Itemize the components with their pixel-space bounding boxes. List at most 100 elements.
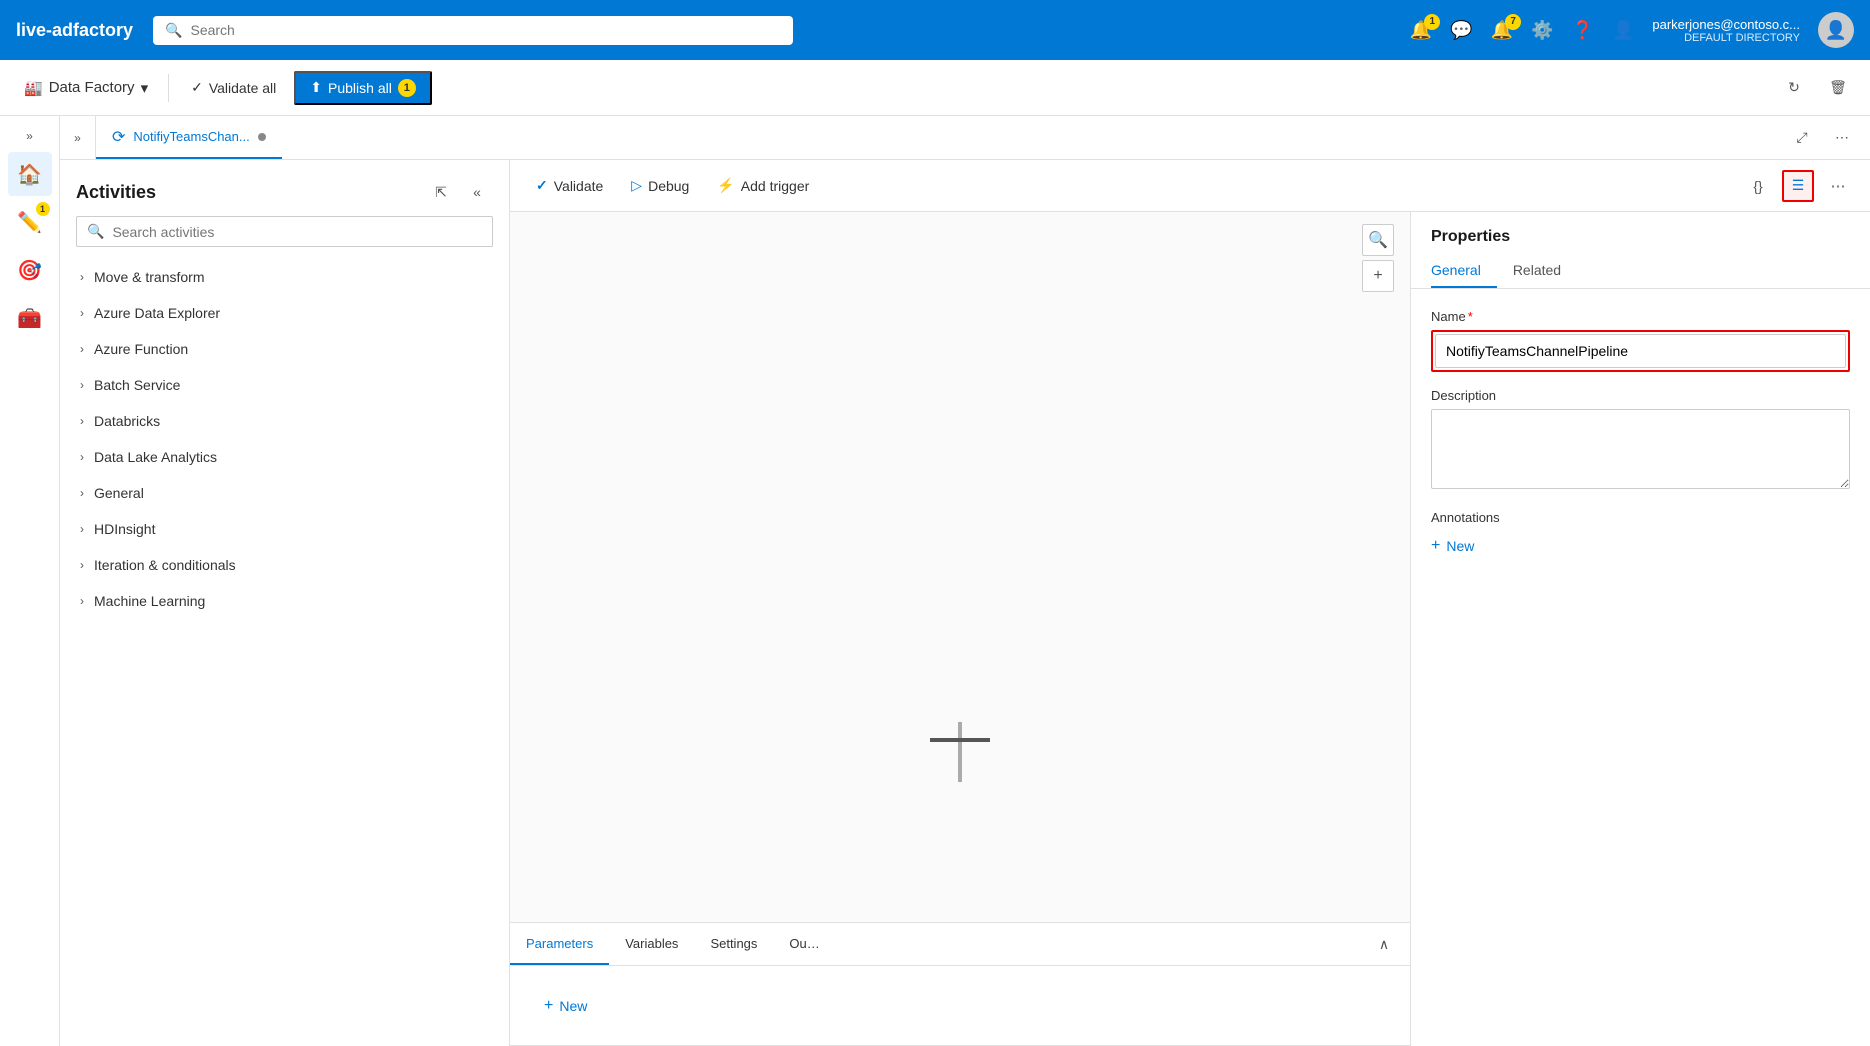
tab-output-label: Ou… [789, 936, 819, 951]
data-factory-button[interactable]: 🏭 Data Factory ▾ [16, 73, 156, 103]
activity-label: General [94, 485, 144, 501]
edit-badge: 1 [36, 202, 50, 216]
chevron-right-icon: › [80, 522, 84, 536]
sidebar-item-edit[interactable]: ✏️ 1 [8, 200, 52, 244]
properties-panel: Properties General Related [1410, 212, 1870, 1046]
debug-button[interactable]: ▷ Debug [621, 171, 699, 200]
publish-all-button[interactable]: ⬆ Publish all 1 [294, 71, 432, 105]
more-options-icon[interactable]: ⋯ [1826, 122, 1858, 154]
activity-item-batch-service[interactable]: › Batch Service [60, 367, 509, 403]
zoom-search-icon[interactable]: 🔍 [1362, 224, 1394, 256]
tab-parameters[interactable]: Parameters [510, 923, 609, 965]
sidebar-item-manage[interactable]: 🧰 [8, 296, 52, 340]
activity-item-machine-learning[interactable]: › Machine Learning [60, 583, 509, 619]
search-icon: 🔍 [87, 223, 104, 240]
delete-icon[interactable]: 🗑 [1822, 72, 1854, 104]
canvas-divider-h [930, 738, 990, 742]
canvas-connector-line [958, 722, 962, 782]
lightning-icon: ⚡ [717, 177, 734, 194]
code-icon[interactable]: {} [1742, 170, 1774, 202]
activities-search-input[interactable] [112, 224, 482, 240]
tab-variables[interactable]: Variables [609, 923, 694, 965]
properties-tabs: General Related [1411, 254, 1870, 289]
activity-item-data-lake-analytics[interactable]: › Data Lake Analytics [60, 439, 509, 475]
activity-label: Data Lake Analytics [94, 449, 217, 465]
chevron-right-icon: › [80, 414, 84, 428]
design-layout: Activities ⇱ « 🔍 › Move & transform › [60, 160, 1870, 1046]
sidebar-item-monitor[interactable]: 🎯 [8, 248, 52, 292]
activity-item-azure-data-explorer[interactable]: › Azure Data Explorer [60, 295, 509, 331]
parameters-new-button[interactable]: + New [534, 991, 597, 1021]
settings-icon[interactable]: ⚙️ [1531, 20, 1553, 41]
debug-label: Debug [648, 178, 689, 194]
publish-badge: 1 [398, 79, 416, 97]
add-trigger-button[interactable]: ⚡ Add trigger [707, 171, 819, 200]
more-pipeline-icon[interactable]: ⋯ [1822, 170, 1854, 202]
canvas-zoom-controls: 🔍 + [1362, 224, 1394, 292]
validate-all-button[interactable]: ✓ Validate all [181, 73, 286, 102]
notifications-icon[interactable]: 🔔 1 [1410, 20, 1432, 41]
help-icon[interactable]: ❓ [1572, 20, 1594, 41]
factory-label: Data Factory [49, 79, 135, 96]
zoom-plus-icon[interactable]: + [1362, 260, 1394, 292]
chevron-right-icon: › [80, 450, 84, 464]
pipeline-name-input[interactable] [1435, 334, 1846, 368]
top-bar-icons: 🔔 1 💬 🔔 7 ⚙️ ❓ 👤 parkerjones@contoso.c..… [1410, 12, 1854, 48]
factory-icon: 🏭 [24, 79, 43, 97]
collapse-icon[interactable]: « [461, 176, 493, 208]
activity-item-iteration-conditionals[interactable]: › Iteration & conditionals [60, 547, 509, 583]
parameters-new-label: New [559, 998, 587, 1014]
alerts-icon[interactable]: 🔔 7 [1491, 20, 1513, 41]
prop-tab-related[interactable]: Related [1513, 254, 1577, 288]
activity-item-move-transform[interactable]: › Move & transform [60, 259, 509, 295]
annotations-new-button[interactable]: + New [1431, 531, 1850, 561]
bottom-tab-right: ∧ [1370, 923, 1410, 965]
pipeline-tab[interactable]: ⟳ NotifiyTeamsChan... [96, 116, 282, 159]
sidebar-expand-button[interactable]: » [14, 124, 46, 148]
pipeline-tab-icon: ⟳ [112, 127, 125, 147]
tab-bar-right: ⤢ ⋯ [1786, 116, 1870, 159]
description-textarea[interactable] [1431, 409, 1850, 489]
canvas-content[interactable]: 🔍 + [510, 212, 1410, 922]
search-input[interactable] [190, 22, 781, 38]
activities-search-box[interactable]: 🔍 [76, 216, 493, 247]
expand-canvas-icon[interactable]: ⤢ [1786, 122, 1818, 154]
prop-tab-general-label: General [1431, 262, 1481, 278]
pipeline-tab-label: NotifiyTeamsChan... [133, 129, 249, 144]
tab-expand-button[interactable]: » [60, 116, 96, 159]
top-bar: live-adfactory 🔍 🔔 1 💬 🔔 7 ⚙️ ❓ 👤 parker… [0, 0, 1870, 60]
activities-header-icons: ⇱ « [425, 176, 493, 208]
sidebar-item-home[interactable]: 🏠 [8, 152, 52, 196]
chat-icon[interactable]: 💬 [1450, 20, 1472, 41]
search-box[interactable]: 🔍 [153, 16, 793, 45]
activity-item-databricks[interactable]: › Databricks [60, 403, 509, 439]
chevron-up-icon[interactable]: ∧ [1370, 930, 1398, 958]
prop-tab-general[interactable]: General [1431, 254, 1497, 288]
collapse-all-icon[interactable]: ⇱ [425, 176, 457, 208]
properties-toggle-icon[interactable]: ☰ [1782, 170, 1814, 202]
activity-label: HDInsight [94, 521, 155, 537]
avatar[interactable]: 👤 [1818, 12, 1854, 48]
activity-label: Databricks [94, 413, 160, 429]
user-directory: DEFAULT DIRECTORY [1652, 32, 1800, 44]
tab-bar: » ⟳ NotifiyTeamsChan... ⤢ ⋯ [60, 116, 1870, 160]
feedback-icon[interactable]: 👤 [1612, 20, 1634, 41]
activity-item-azure-function[interactable]: › Azure Function [60, 331, 509, 367]
user-email: parkerjones@contoso.c... [1652, 17, 1800, 32]
toolbar-divider [168, 74, 169, 102]
tab-parameters-label: Parameters [526, 936, 593, 951]
chevron-right-icon: › [80, 558, 84, 572]
activity-item-general[interactable]: › General [60, 475, 509, 511]
content-area: » ⟳ NotifiyTeamsChan... ⤢ ⋯ Activities ⇱… [60, 116, 1870, 1046]
refresh-icon[interactable]: ↻ [1778, 72, 1810, 104]
tab-output[interactable]: Ou… [773, 923, 835, 965]
tab-settings[interactable]: Settings [694, 923, 773, 965]
activity-item-hdinsight[interactable]: › HDInsight [60, 511, 509, 547]
second-toolbar: 🏭 Data Factory ▾ ✓ Validate all ⬆ Publis… [0, 60, 1870, 116]
activity-label: Azure Data Explorer [94, 305, 220, 321]
validate-button[interactable]: ✓ Validate [526, 171, 613, 200]
bottom-tabs: Parameters Variables Settings Ou… [510, 922, 1410, 966]
notifications-badge: 1 [1424, 14, 1440, 30]
description-field-label: Description [1431, 388, 1850, 403]
activities-title: Activities [76, 182, 156, 203]
